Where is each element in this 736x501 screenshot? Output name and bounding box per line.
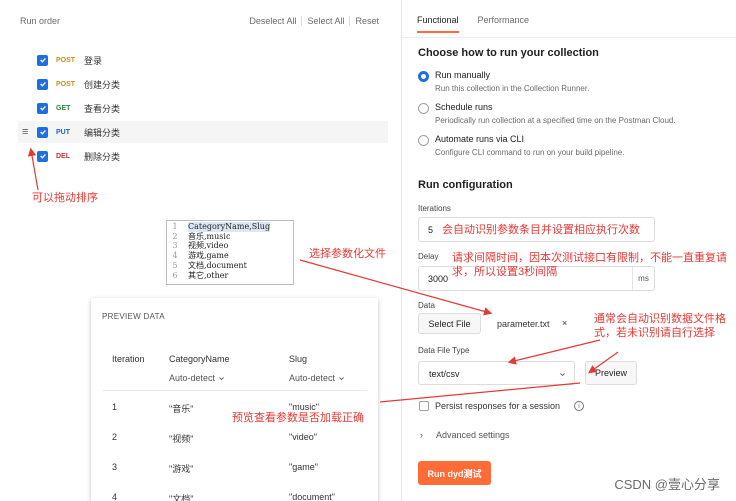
- column-header: Slug: [289, 354, 308, 364]
- advanced-chevron-icon[interactable]: ›: [420, 430, 423, 440]
- request-checkbox[interactable]: [37, 126, 48, 138]
- method-badge: POST: [56, 80, 76, 88]
- request-name: 编辑分类: [84, 127, 121, 138]
- request-name: 查看分类: [84, 103, 121, 114]
- select-file-button[interactable]: Select File: [418, 313, 481, 334]
- drag-annotation: 可以拖动排序: [32, 192, 98, 204]
- iterations-annotation: 会自动识别参数条目并设置相应执行次数: [442, 224, 640, 236]
- run-order-actions: Deselect All Select All Reset: [244, 16, 384, 26]
- run-settings-pane: Functional Performance Choose how to run…: [402, 0, 736, 501]
- select-all-button[interactable]: Select All: [302, 16, 349, 26]
- tab-functional[interactable]: Functional: [417, 15, 459, 33]
- method-badge: GET: [56, 104, 71, 112]
- option-label: Automate runs via CLI: [435, 134, 525, 144]
- chevron-down-icon: [339, 377, 344, 381]
- method-badge: DEL: [56, 152, 70, 160]
- selected-file-name: parameter.txt: [497, 319, 550, 329]
- persist-checkbox[interactable]: [419, 401, 429, 411]
- option-label: Schedule runs: [435, 102, 493, 112]
- preview-annotation: 预览查看参数是否加载正确: [232, 412, 364, 424]
- deselect-all-button[interactable]: Deselect All: [244, 16, 301, 26]
- table-cell: "音乐": [169, 404, 194, 414]
- table-divider: [102, 390, 367, 391]
- reset-button[interactable]: Reset: [350, 16, 384, 26]
- request-checkbox[interactable]: [37, 78, 48, 90]
- table-cell: 1: [112, 402, 118, 412]
- preview-button[interactable]: Preview: [585, 361, 637, 385]
- option-description: Configure CLI command to run on your bui…: [435, 148, 625, 157]
- info-icon[interactable]: i: [574, 401, 584, 411]
- run-config-title: Run configuration: [418, 179, 513, 191]
- request-name: 创建分类: [84, 79, 121, 90]
- run-order-pane: Run order Deselect All Select All Reset …: [0, 0, 402, 501]
- data-label: Data: [418, 301, 435, 310]
- advanced-settings-toggle[interactable]: Advanced settings: [436, 430, 510, 440]
- choose-run-title: Choose how to run your collection: [418, 47, 599, 59]
- request-row[interactable]: POST 创建分类: [18, 73, 388, 95]
- table-cell: "游戏": [169, 464, 194, 474]
- preview-title: PREVIEW DATA: [102, 312, 165, 321]
- csv-line-numbers: 1 2 3 4 5 6: [172, 222, 178, 280]
- detect-dropdown[interactable]: Auto-detect: [169, 373, 225, 383]
- chevron-down-icon: [219, 377, 224, 381]
- file-type-annotation: 通常会自动识别数据文件格式，若未识别请自行选择: [594, 313, 726, 339]
- method-badge: POST: [56, 56, 76, 64]
- watermark: CSDN @壹心分享: [614, 477, 720, 492]
- request-name: 登录: [84, 55, 103, 66]
- request-row[interactable]: POST 登录: [18, 49, 388, 71]
- table-cell: "video": [289, 432, 317, 442]
- run-collection-button[interactable]: Run dyd测试: [418, 461, 491, 485]
- run-order-title: Run order: [20, 16, 61, 26]
- option-description: Run this collection in the Collection Ru…: [435, 84, 590, 93]
- csv-file-snippet: 1 2 3 4 5 6 CategoryName,Slug 音乐,music 视…: [166, 220, 294, 285]
- table-cell: "视频": [169, 434, 194, 444]
- table-cell: "document": [289, 492, 335, 501]
- table-cell: 2: [112, 432, 118, 442]
- request-checkbox[interactable]: [37, 54, 48, 66]
- radio-unselected[interactable]: [418, 135, 429, 146]
- delay-annotation: 请求间隔时间，因本次测试接口有限制，不能一直重复请求，所以设置3秒间隔: [452, 252, 727, 278]
- request-row[interactable]: DEL 删除分类: [18, 145, 388, 167]
- request-name: 删除分类: [84, 151, 121, 162]
- request-row[interactable]: ≡ PUT 编辑分类: [18, 121, 388, 143]
- table-cell: "文档": [169, 494, 194, 501]
- column-header: Iteration: [112, 354, 145, 364]
- remove-file-icon[interactable]: ×: [562, 318, 567, 328]
- choose-file-annotation: 选择参数化文件: [309, 248, 386, 260]
- method-badge: PUT: [56, 128, 70, 136]
- csv-lines: CategoryName,Slug 音乐,music 视频,video 游戏,g…: [188, 222, 271, 280]
- tabs-underline: [402, 37, 736, 38]
- request-checkbox[interactable]: [37, 150, 48, 162]
- delay-label: Delay: [418, 252, 439, 261]
- radio-unselected[interactable]: [418, 103, 429, 114]
- drag-handle-icon[interactable]: ≡: [22, 126, 28, 138]
- iterations-label: Iterations: [418, 204, 451, 213]
- option-label: Run manually: [435, 70, 491, 80]
- data-file-type-select[interactable]: text/csv: [418, 361, 575, 385]
- radio-selected[interactable]: [418, 71, 429, 82]
- column-header: CategoryName: [169, 354, 230, 364]
- table-cell: 4: [112, 492, 118, 501]
- table-cell: "game": [289, 462, 318, 472]
- tab-performance[interactable]: Performance: [478, 15, 530, 33]
- preview-data-popup: PREVIEW DATA Iteration CategoryName Slug…: [91, 298, 378, 501]
- data-file-type-label: Data File Type: [418, 346, 470, 355]
- persist-label: Persist responses for a session: [435, 401, 561, 411]
- request-checkbox[interactable]: [37, 102, 48, 114]
- chevron-down-icon: [560, 373, 565, 377]
- option-description: Periodically run collection at a specifi…: [435, 116, 676, 125]
- settings-tabs: Functional Performance: [417, 15, 529, 33]
- detect-dropdown[interactable]: Auto-detect: [289, 373, 345, 383]
- table-cell: 3: [112, 462, 118, 472]
- request-row[interactable]: GET 查看分类: [18, 97, 388, 119]
